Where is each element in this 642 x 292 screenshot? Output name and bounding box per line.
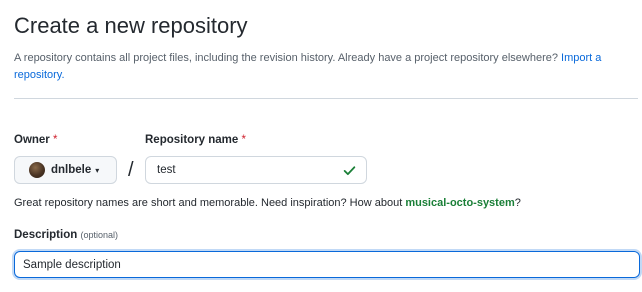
owner-label-text: Owner [14, 134, 50, 146]
repository-required-mark: * [241, 134, 246, 146]
owner-required-mark: * [53, 134, 58, 146]
description-input[interactable]: Sample description [14, 251, 640, 278]
owner-label: Owner * [14, 134, 57, 146]
description-value: Sample description [23, 258, 121, 271]
divider [14, 98, 638, 99]
owner-repo-separator: / [128, 159, 134, 181]
page-description: A repository contains all project files,… [14, 50, 634, 84]
hint-text: Great repository names are short and mem… [14, 197, 406, 209]
repository-name-input[interactable]: test [145, 156, 367, 184]
description-label: Description (optional) [14, 229, 118, 241]
check-icon [343, 166, 356, 176]
subtitle-text: A repository contains all project files,… [14, 52, 558, 64]
repository-name-label-text: Repository name [145, 134, 239, 146]
optional-note: (optional) [80, 230, 118, 240]
chevron-down-icon: ▾ [95, 165, 100, 175]
repository-name-label: Repository name * [145, 134, 246, 146]
page-title: Create a new repository [14, 13, 248, 38]
avatar [29, 162, 45, 178]
owner-value: dnlbele [51, 164, 92, 176]
description-label-text: Description [14, 229, 78, 241]
suggested-name-link[interactable]: musical-octo-system [405, 197, 514, 209]
name-hint: Great repository names are short and mem… [14, 197, 521, 209]
repository-name-value: test [157, 164, 176, 176]
hint-suffix: ? [514, 197, 521, 209]
owner-dropdown[interactable]: dnlbele ▾ [14, 156, 117, 184]
